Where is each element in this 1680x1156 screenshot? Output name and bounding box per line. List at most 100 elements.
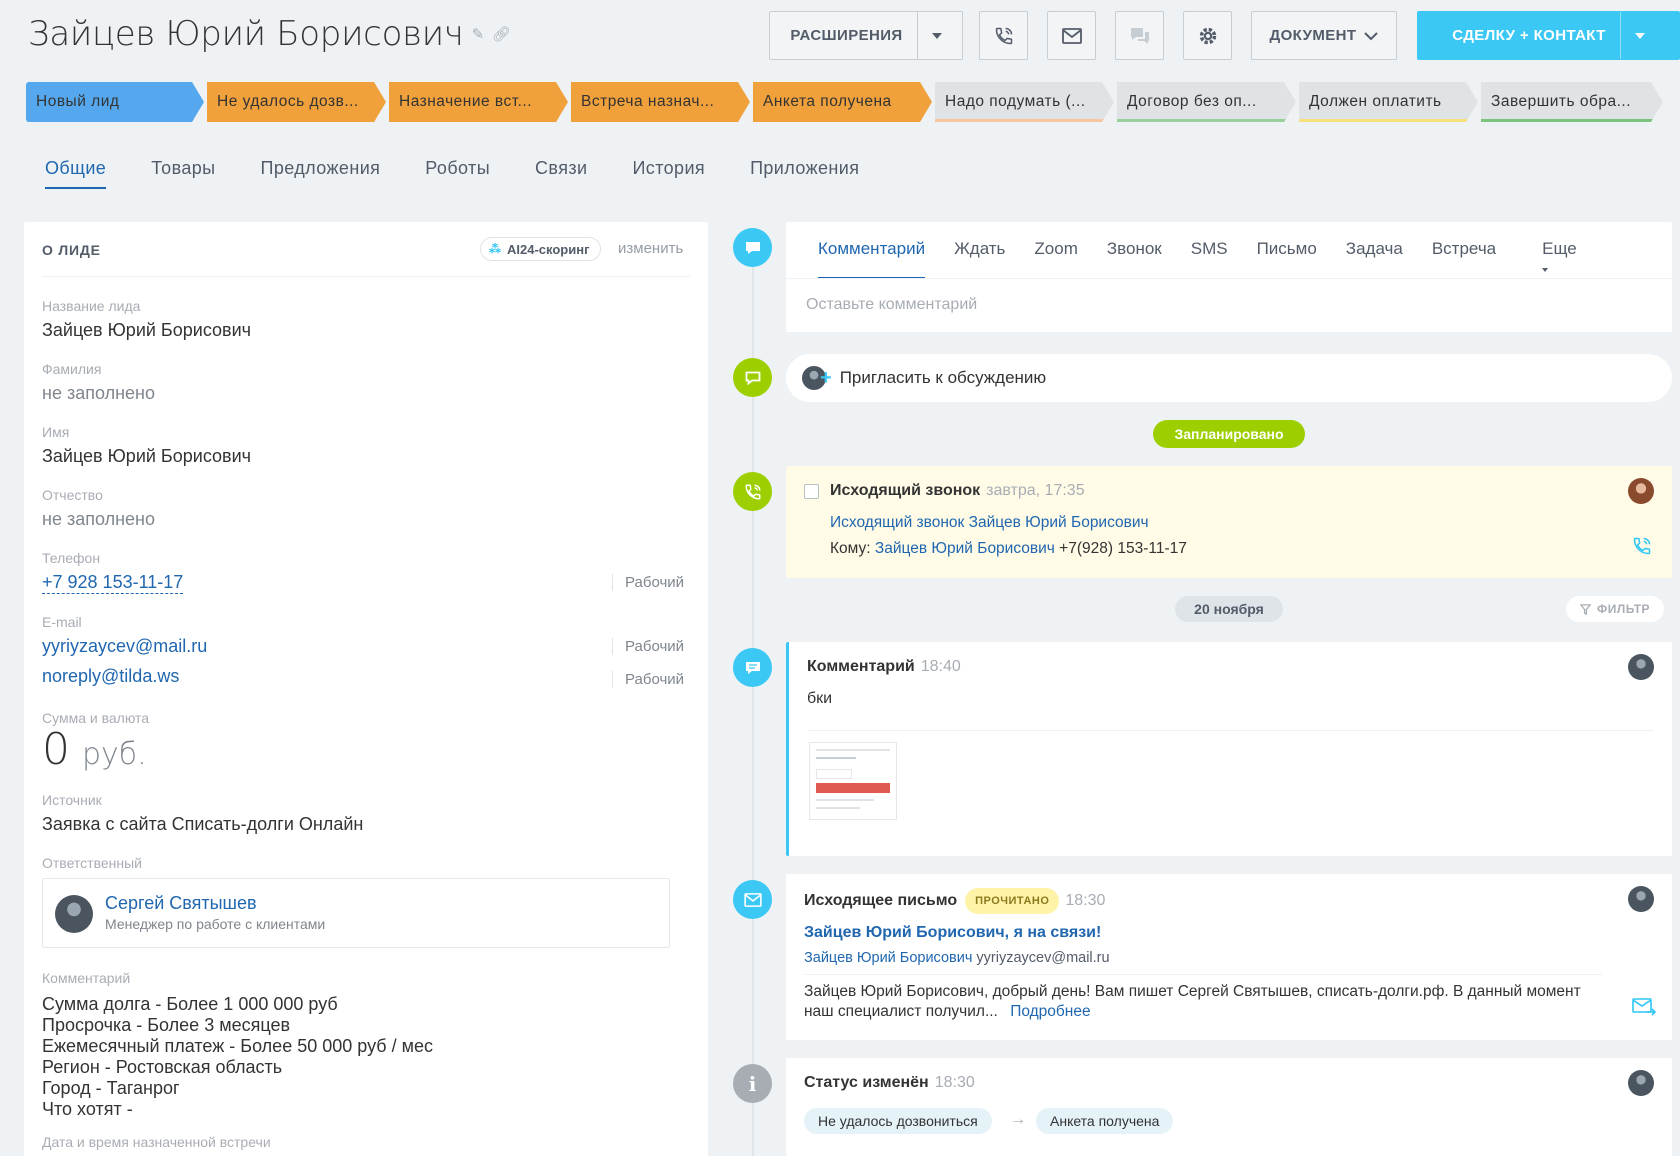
stage-color-bar [207,119,386,122]
invite-to-discussion[interactable]: + Пригласить к обсуждению [786,354,1672,402]
comment-input[interactable]: Оставьте комментарий [806,296,977,314]
call-title: Исходящий звонок завтра, 17:35 [830,482,1085,500]
stage-label: Должен оплатить [1309,93,1442,110]
network-icon: ⁂ [489,242,501,256]
tab-general[interactable]: Общие [45,158,107,189]
responsible-card[interactable]: Сергей Святышев Менеджер по работе с кли… [42,878,670,948]
reply-email-icon[interactable] [1632,998,1656,1016]
tab-apps[interactable]: Приложения [750,158,859,189]
responsible-name[interactable]: Сергей Святышев [105,893,257,914]
tab-wait[interactable]: Ждать [954,239,1005,279]
divider [807,730,1654,731]
recipient-link[interactable]: Зайцев Юрий Борисович [804,950,972,966]
read-badge: ПРОЧИТАНО [965,888,1060,914]
email-link[interactable]: yyriyzaycev@mail.ru [42,636,672,657]
planned-call-card: Исходящий звонок завтра, 17:35 Исходящий … [786,466,1672,578]
field-label: Комментарий [42,970,131,986]
tab-more[interactable]: Еще [1542,239,1643,279]
extensions-button[interactable]: РАСШИРЕНИЯ [769,11,963,60]
more-label: Еще [1542,239,1577,258]
call-time: завтра, 17:35 [986,482,1085,499]
lead-title: Зайцев Юрий Борисович [28,14,464,54]
tab-email[interactable]: Письмо [1257,239,1317,279]
field-comment: Комментарий Сумма долга - Более 1 000 00… [42,970,672,1120]
pencil-icon[interactable]: ✎ [472,25,485,43]
edit-link[interactable]: изменить [618,240,683,257]
divider [916,12,918,59]
sum-value: 0 [42,724,70,775]
thumb-line [816,757,856,759]
email-recipient: Зайцев Юрий Борисович yyriyzaycev@mail.r… [804,950,1110,966]
chevron-down-icon[interactable] [1634,32,1645,39]
plus-icon: + [820,366,832,389]
tab-meeting[interactable]: Встреча [1432,239,1496,279]
tab-products[interactable]: Товары [151,158,215,189]
chat-button[interactable] [1115,11,1164,60]
phone-link[interactable]: +7 928 153-11-17 [42,572,184,594]
tab-call[interactable]: Звонок [1107,239,1162,279]
create-deal-contact-button[interactable]: СДЕЛКУ + КОНТАКТ [1417,11,1680,60]
stage-2[interactable]: Не удалось дозв... [207,82,386,122]
link-icon[interactable]: 🔗︎ [492,25,511,43]
stage-9[interactable]: Завершить обра... [1481,82,1663,122]
tab-bar: Общие Товары Предложения Роботы Связи Ис… [45,158,904,189]
field-last-name: Фамилия не заполнено [42,361,672,404]
filter-button[interactable]: ФИЛЬТР [1566,596,1665,622]
responsible-position: Менеджер по работе с клиентами [105,916,326,932]
phone-type: Рабочий [612,574,684,591]
stage-1[interactable]: Новый лид [26,82,204,122]
status-change: Не удалось дозвониться → Анкета получена [804,1108,1404,1134]
comment-event-card: Комментарий 18:40 бки [786,642,1672,856]
tab-comment[interactable]: Комментарий [818,239,926,279]
field-label: Дата и время назначенной встречи [42,1134,271,1150]
thumb-line [816,807,860,809]
stage-5[interactable]: Анкета получена [753,82,932,122]
settings-button[interactable] [1183,11,1232,60]
stage-label: Завершить обра... [1491,93,1632,110]
chevron-down-icon [1364,31,1379,40]
complete-checkbox[interactable] [804,484,819,499]
stage-7[interactable]: Договор без оп... [1117,82,1296,122]
field-email: E-mail yyriyzaycev@mail.ru noreply@tilda… [42,614,684,688]
field-label: Название лида [42,298,141,314]
email-subject-link[interactable]: Зайцев Юрий Борисович, я на связи! [804,924,1101,942]
to-label: Кому: [830,540,871,557]
deal-contact-label: СДЕЛКУ + КОНТАКТ [1452,27,1606,44]
tab-history[interactable]: История [632,158,705,189]
more-link[interactable]: Подробнее [1010,1003,1090,1020]
thumb-line [816,799,874,801]
email-link[interactable]: noreply@tilda.ws [42,666,672,687]
comment-line: Просрочка - Более 3 месяцев [42,1015,291,1035]
stage-8[interactable]: Должен оплатить [1299,82,1478,122]
document-button[interactable]: ДОКУМЕНТ [1251,11,1397,60]
email-button[interactable] [1047,11,1096,60]
status-event-card: Статус изменён 18:30 Не удалось дозвонить… [786,1058,1672,1156]
tab-robots[interactable]: Роботы [425,158,490,189]
call-button[interactable] [979,11,1028,60]
field-value: не заполнено [42,383,155,403]
chat-icon [733,358,772,397]
ai-scoring-badge[interactable]: ⁂ AI24-скоринг [480,237,601,261]
tab-task[interactable]: Задача [1346,239,1403,279]
funnel-icon [1580,603,1591,615]
recipient-link[interactable]: Зайцев Юрий Борисович [875,540,1055,557]
comment-line: Ежемесячный платеж - Более 50 000 руб / … [42,1036,433,1056]
tab-zoom[interactable]: Zoom [1034,239,1077,279]
tab-links[interactable]: Связи [535,158,587,189]
stage-3[interactable]: Назначение вст... [389,82,568,122]
comment-line: Регион - Ростовская область [42,1057,283,1077]
phone-icon[interactable] [1632,536,1652,556]
attachment-thumbnail[interactable] [809,742,897,820]
tab-sms[interactable]: SMS [1191,239,1228,279]
stage-label: Не удалось дозв... [217,93,359,110]
stage-label: Договор без оп... [1127,93,1257,110]
date-separator: 20 ноября [1175,596,1283,622]
call-subject-link[interactable]: Исходящий звонок Зайцев Юрий Борисович [830,514,1149,532]
stage-4[interactable]: Встреча назнач... [571,82,750,122]
comment-line: Что хотят - [42,1099,133,1119]
tab-offers[interactable]: Предложения [261,158,381,189]
extensions-label: РАСШИРЕНИЯ [790,27,903,44]
stage-6[interactable]: Надо подумать (... [935,82,1114,122]
stage-color-bar [1481,119,1663,122]
chevron-down-icon[interactable] [931,32,942,39]
